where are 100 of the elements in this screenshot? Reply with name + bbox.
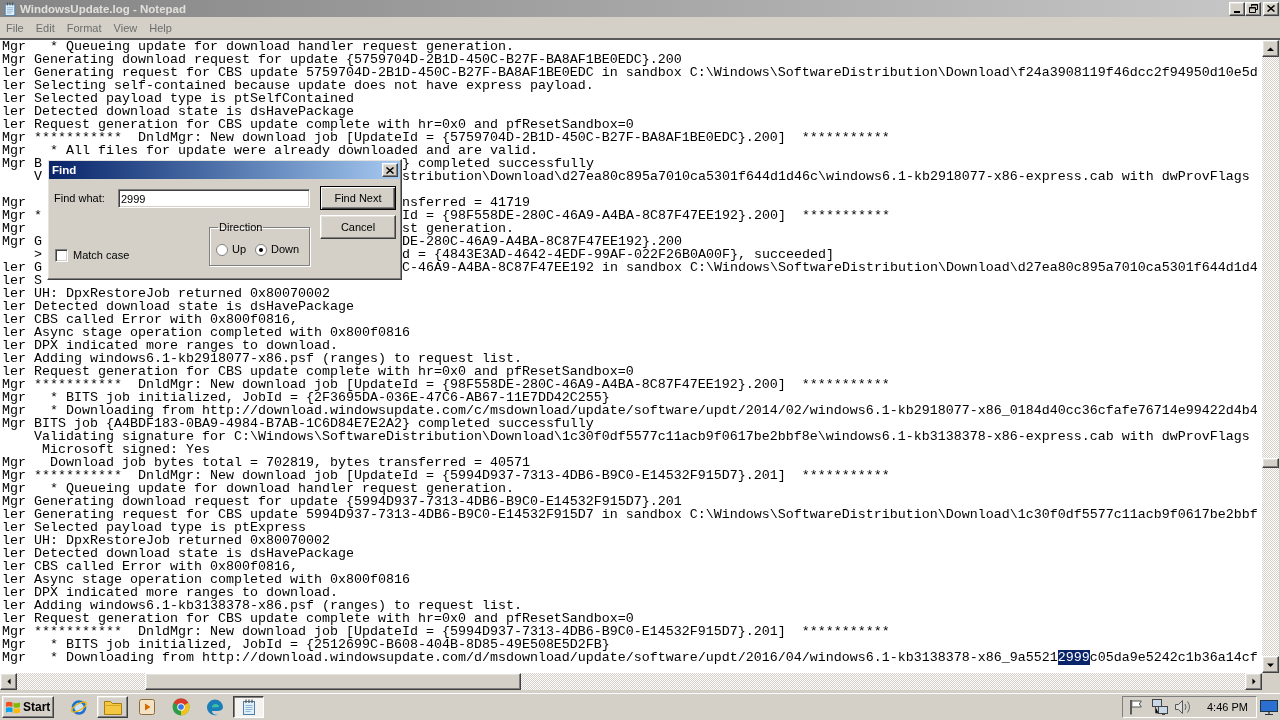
right-arrow-icon — [1251, 678, 1256, 685]
text-line: Mgr *********** DnldMgr: New download job [UpdateId = {5994D937-7313-4DB6-B9C0-E14532F915D7}.201] *********** — [2, 469, 890, 482]
text-line: Mgr *********** DnldMgr: New download job [UpdateId = {98F558DE-280C-46A9-A4BA-8C87F47EE192}.200] *********** — [2, 378, 890, 391]
dialog-button[interactable]: Find Next — [320, 186, 396, 210]
minimize-button[interactable] — [1229, 1, 1245, 16]
text-line: ler Selecting self-contained because update does not have express payload. — [2, 79, 594, 92]
text-line: Mgr * BITS job initialized, JobId = {2F3695DA-036E-47C6-AB67-11E7DD42C255} — [2, 391, 610, 404]
text-line: ler Generating request for CBS update 5994D937-7313-4DB6-B9C0-E14532F915D7 in sandbox C:\Windows\SoftwareDistribution\Download\1c30f0df5577c11acb9f0617be2bbf — [2, 508, 1258, 521]
scrollbar-thumb[interactable] — [1262, 458, 1279, 468]
text-line: ler Detected download state is dsHavePackage — [2, 300, 354, 313]
checkbox[interactable] — [55, 249, 68, 262]
text-line: Mgr * BITS job initialized, JobId = {2512699C-B608-404B-8D85-49E508E5D2FB} — [2, 638, 610, 651]
text-line: ler Adding windows6.1-kb2918077-x86.psf (ranges) to request list. — [2, 352, 522, 365]
text-line: Mgr * Downloading from http://download.windowsupdate.com/d/msdownload/update/software/updt/2016/04/windows6.1-kb3138378-x86_9a55212999c05da9e5242c1b36a14cf — [2, 651, 1258, 664]
text-line: Mgr *********** DnldMgr: New download job [UpdateId = {5994D937-7313-4DB6-B9C0-E14532F915D7}.201] *********** — [2, 625, 890, 638]
text-line: ler UH: DpxRestoreJob returned 0x80070002 — [2, 534, 330, 547]
scroll-down-button[interactable] — [1262, 656, 1279, 673]
close-icon — [1267, 5, 1275, 12]
flag-icon[interactable] — [1128, 699, 1144, 715]
text-line: d = {4843E3AD-4642-4EDF-99AF-022F26B0A00F}, succeeded] — [402, 248, 834, 261]
text-line: } completed successfully — [402, 157, 594, 170]
text-line: V — [34, 170, 42, 183]
text-line: ler G — [2, 261, 42, 274]
scroll-up-button[interactable] — [1262, 40, 1279, 57]
circle-logo-icon — [171, 698, 190, 716]
text-line: Mgr Generating download request for update {5994D937-7313-4DB6-B9C0-E14532F915D7}.201 — [2, 495, 682, 508]
text-line: ler DPX indicated more ranges to download. — [2, 586, 338, 599]
scrollbar-thumb[interactable] — [145, 673, 521, 690]
text-line: > — [34, 248, 42, 261]
close-button[interactable] — [1263, 1, 1279, 16]
text-line: ler Async stage operation completed with 0x800f0816 — [2, 326, 410, 339]
text-line: ler Request generation for CBS update complete with hr=0x0 and pfResetSandbox=0 — [2, 612, 634, 625]
restore-icon — [1248, 4, 1258, 13]
scroll-left-button[interactable] — [0, 673, 17, 690]
text-line: ler CBS called Error with 0x800f0816, — [2, 560, 298, 573]
clock[interactable]: 4:46 PM — [1207, 700, 1248, 714]
radio-label[interactable]: Down — [271, 243, 300, 256]
text-line: st generation. — [402, 222, 514, 235]
play-tile-icon — [138, 699, 155, 715]
text-line: Mgr — [2, 222, 26, 235]
window-title: WindowsUpdate.log - Notepad — [20, 1, 186, 16]
folder-icon — [103, 699, 122, 715]
text-line: Mgr Download job bytes total = 702819, bytes transferred = 40571 — [2, 456, 530, 469]
menu-item[interactable]: Help — [143, 20, 178, 35]
text-line: ler Async stage operation completed with 0x800f0816 — [2, 573, 410, 586]
notepad-icon — [240, 699, 257, 715]
text-line: Microsoft signed: Yes — [42, 443, 210, 456]
swirl-logo-icon — [205, 698, 224, 716]
close-icon — [386, 166, 394, 174]
monitor-icon[interactable] — [1260, 698, 1278, 716]
radio-button[interactable] — [255, 243, 268, 256]
field-label: Find what: — [54, 192, 106, 205]
text-line: Mgr * All files for update were already downloaded and are valid. — [2, 144, 538, 157]
text-line: Validating signature for C:\Windows\SoftwareDistribution\Download\1c30f0df5577c11acb9f0617be2bbf8e\windows6.1-kb3138378-x86-express.cab with dwProvFlags — [34, 430, 1250, 443]
menu-item[interactable]: Format — [60, 20, 108, 35]
globe-orbit-icon — [69, 698, 88, 716]
menu-item[interactable]: View — [107, 20, 144, 35]
scroll-right-button[interactable] — [1245, 673, 1262, 690]
text-line: ler CBS called Error with 0x800f0816, — [2, 313, 298, 326]
text-line: Mgr B — [2, 157, 42, 170]
text-line: nsferred = 41719 — [402, 196, 530, 209]
radio-label[interactable]: Up — [232, 243, 247, 256]
text-line: ler Generating request for CBS update 5759704D-2B1D-450C-B27F-BA8AF1BE0EDC in sandbox C:\Windows\SoftwareDistribution\Download\f24a3908119f46dcc2f94950d10e5d — [2, 66, 1258, 79]
text-line: ler Detected download state is dsHavePackage — [2, 547, 354, 560]
network-icon[interactable] — [1151, 698, 1169, 716]
start-button[interactable]: Start — [2, 696, 54, 718]
minimize-icon — [1234, 10, 1240, 13]
text-line: Mgr — [2, 196, 26, 209]
text-line: ler Adding windows6.1-kb3138378-x86.psf (ranges) to request list. — [2, 599, 522, 612]
text-line: ler UH: DpxRestoreJob returned 0x80070002 — [2, 287, 330, 300]
dialog-button[interactable]: Cancel — [320, 215, 396, 239]
speaker-icon[interactable] — [1174, 698, 1192, 716]
text-line: ler Selected payload type is ptSelfContained — [2, 92, 354, 105]
radio-button[interactable] — [216, 243, 228, 256]
notepad-icon — [3, 1, 17, 16]
text-line: Id = {98F558DE-280C-46A9-A4BA-8C87F47EE192}.200] *********** — [402, 209, 890, 222]
text-editor[interactable] — [0, 40, 1262, 673]
text-line: Mgr Generating download request for update {5759704D-2B1D-450C-B27F-BA8AF1BE0EDC}.200 — [2, 53, 682, 66]
text-line: Mgr BITS job {A4BDF183-0BA9-4984-B7AB-1C6D84E7E2A2} completed successfully — [2, 417, 594, 430]
restore-button[interactable] — [1245, 1, 1261, 16]
text-line: Mgr *********** DnldMgr: New download job [UpdateId = {5759704D-2B1D-450C-B27F-BA8AF1BE0EDC}.200] *********** — [2, 131, 890, 144]
text-line: Mgr * — [2, 209, 42, 222]
menu-item[interactable]: Edit — [29, 20, 61, 35]
left-arrow-icon — [6, 678, 11, 685]
text-line: ler Request generation for CBS update complete with hr=0x0 and pfResetSandbox=0 — [2, 365, 634, 378]
text-line: ler S — [2, 274, 42, 287]
group-title: Direction — [218, 221, 264, 234]
taskbar-button[interactable] — [233, 696, 264, 718]
up-arrow-icon — [1267, 46, 1274, 51]
text-line: DE-280C-46A9-A4BA-8C87F47EE192}.200 — [402, 235, 682, 248]
find-what-input[interactable]: 2999 — [118, 189, 310, 208]
text-line: ler DPX indicated more ranges to download. — [2, 339, 338, 352]
close-button[interactable] — [382, 163, 398, 177]
text-line: Mgr * Queueing update for download handler request generation. — [2, 40, 514, 53]
text-line: ler Selected payload type is ptExpress — [2, 521, 306, 534]
text-line: Mgr G — [2, 235, 42, 248]
checkbox-label[interactable]: Match case — [73, 249, 130, 262]
start-flag-icon — [5, 699, 21, 715]
text-line: ler Detected download state is dsHavePackage — [2, 105, 354, 118]
text-line: C-46A9-A4BA-8C87F47EE192 in sandbox C:\Windows\SoftwareDistribution\Download\d27ea80c895a7010ca5301f644d1d4 — [402, 261, 1258, 274]
